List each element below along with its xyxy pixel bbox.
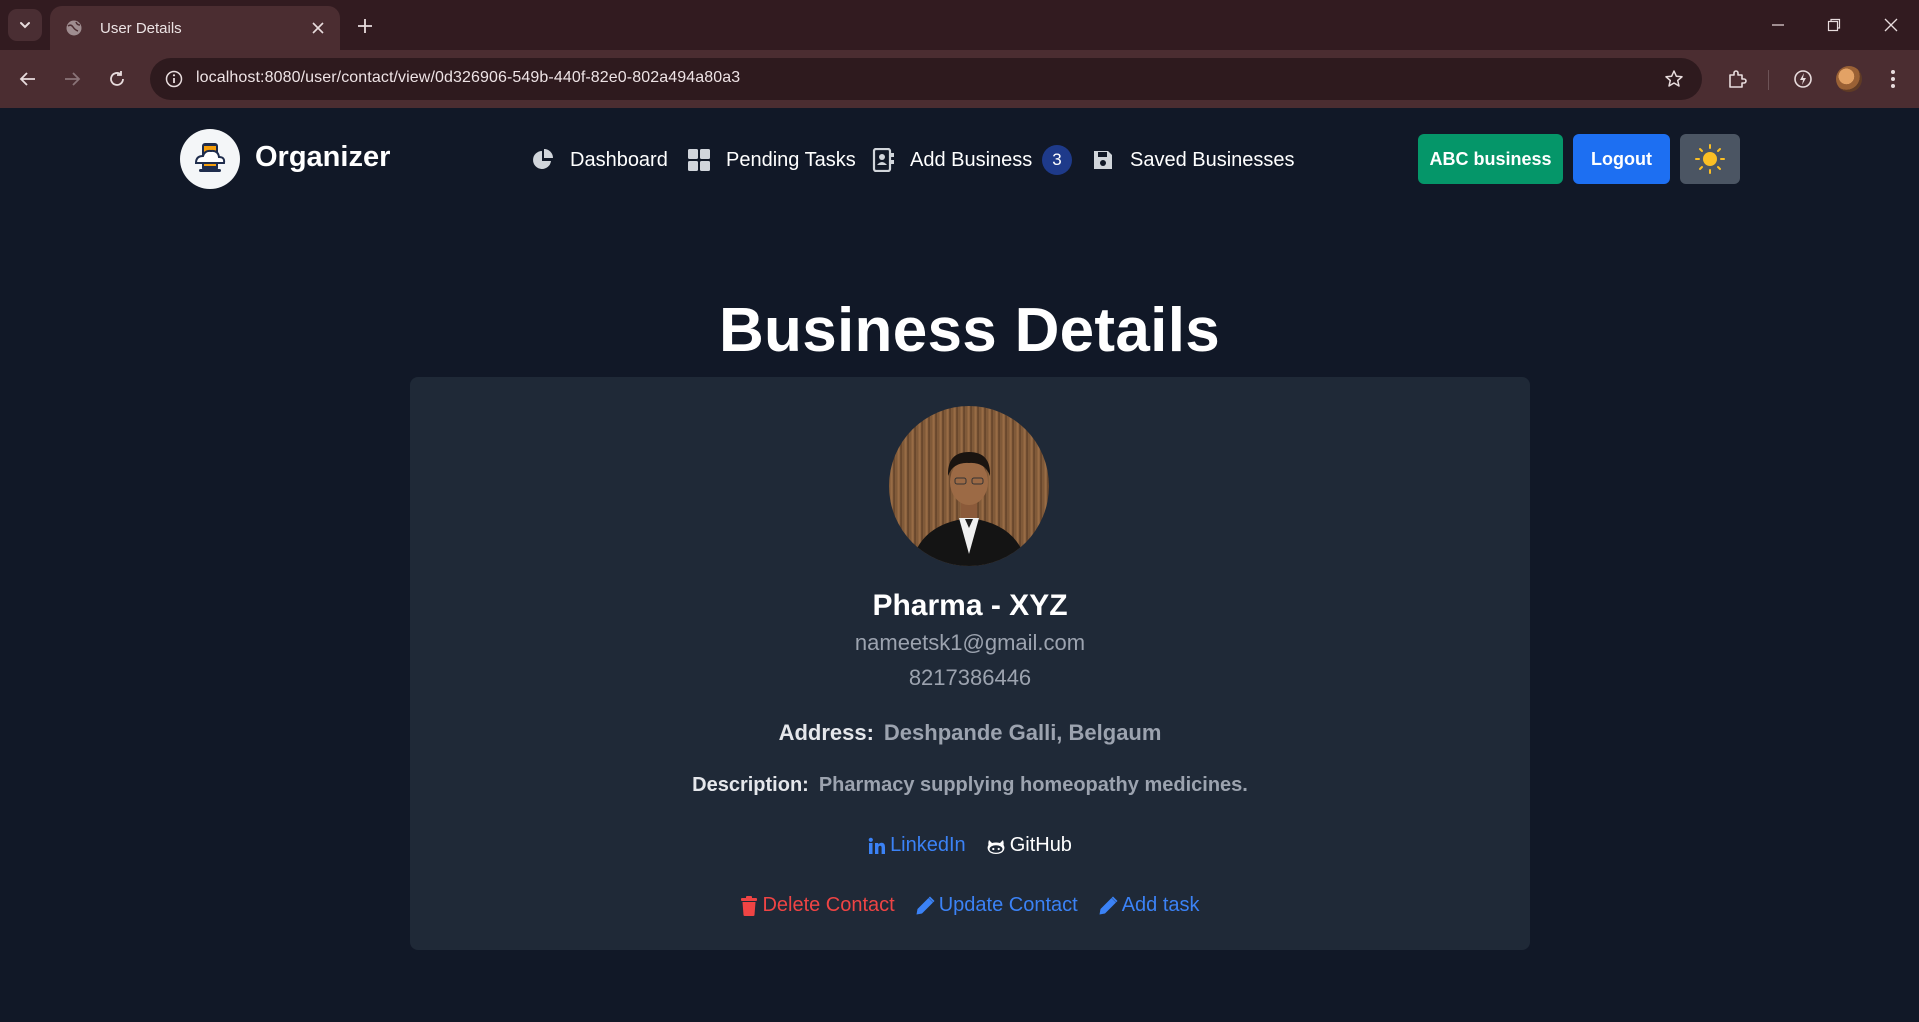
github-link[interactable]: GitHub xyxy=(986,834,1072,857)
description-row: Description: Pharmacy supplying homeopat… xyxy=(410,774,1530,797)
grid-icon xyxy=(686,147,712,173)
add-task-button[interactable]: Add task xyxy=(1098,894,1200,917)
restore-icon xyxy=(1827,18,1841,32)
notification-badge[interactable]: 3 xyxy=(1042,145,1072,175)
restore-button[interactable] xyxy=(1817,10,1851,40)
address-label: Address: xyxy=(778,720,874,745)
github-label: GitHub xyxy=(1009,834,1072,856)
organizer-logo-icon xyxy=(194,143,226,172)
nav-saved-businesses[interactable]: Saved Businesses xyxy=(1090,146,1295,174)
trash-icon xyxy=(740,895,758,916)
forward-button[interactable] xyxy=(56,63,88,95)
update-contact-button[interactable]: Update Contact xyxy=(915,894,1078,917)
chevron-down-icon xyxy=(20,22,30,29)
tab-search-button[interactable] xyxy=(8,9,42,41)
close-icon[interactable] xyxy=(308,18,328,38)
linkedin-label: LinkedIn xyxy=(890,834,966,856)
reload-icon xyxy=(110,71,124,86)
github-icon xyxy=(986,837,1006,855)
star-icon[interactable] xyxy=(1662,67,1686,91)
profile-photo xyxy=(889,406,1049,566)
arrow-right-icon xyxy=(65,72,81,86)
delete-contact-label: Delete Contact xyxy=(762,894,895,916)
contact-phone: 8217386446 xyxy=(908,665,1032,690)
url-text[interactable]: localhost:8080/user/contact/view/0d32690… xyxy=(196,69,740,87)
address-value: Deshpande Galli, Belgaum xyxy=(883,720,1162,745)
globe-icon xyxy=(64,18,84,38)
delete-contact-button[interactable]: Delete Contact xyxy=(740,894,895,917)
browser-tabstrip: User Details xyxy=(0,0,1919,50)
pie-chart-icon xyxy=(530,147,556,173)
social-links: LinkedIn GitHub xyxy=(410,834,1530,857)
page-title: Business Details xyxy=(718,296,1220,365)
nav-dashboard[interactable]: Dashboard xyxy=(530,146,668,174)
new-tab-button[interactable] xyxy=(352,13,378,39)
performance-icon[interactable] xyxy=(1788,64,1818,94)
browser-tab-active[interactable]: User Details xyxy=(50,6,340,50)
site-info-icon[interactable] xyxy=(160,65,188,93)
business-card: Pharma - XYZ nameetsk1@gmail.com 8217386… xyxy=(410,377,1530,950)
linkedin-link[interactable]: LinkedIn xyxy=(868,834,966,857)
minimize-icon xyxy=(1772,24,1784,26)
arrow-left-icon xyxy=(19,72,35,86)
address-book-icon xyxy=(870,147,896,173)
extensions-icon[interactable] xyxy=(1722,64,1752,94)
floppy-disk-icon xyxy=(1090,147,1116,173)
nav-pending-tasks-label: Pending Tasks xyxy=(726,148,856,171)
contact-email: nameetsk1@gmail.com xyxy=(854,630,1086,655)
add-task-label: Add task xyxy=(1121,894,1200,916)
browser-toolbar: localhost:8080/user/contact/view/0d32690… xyxy=(0,50,1919,108)
pencil-icon xyxy=(915,896,935,916)
theme-toggle-button[interactable] xyxy=(1680,134,1740,184)
contact-actions: Delete Contact Update Contact Add task xyxy=(410,894,1530,917)
nav-dashboard-label: Dashboard xyxy=(570,148,668,171)
brand-logo[interactable] xyxy=(180,129,240,189)
back-button[interactable] xyxy=(12,63,44,95)
minimize-button[interactable] xyxy=(1761,10,1795,40)
nav-pending-tasks[interactable]: Pending Tasks xyxy=(686,146,856,174)
description-label: Description: xyxy=(692,774,809,796)
sun-icon xyxy=(1695,144,1725,174)
close-icon xyxy=(1884,18,1898,32)
nav-add-business[interactable]: Add Business xyxy=(870,146,1032,174)
app-navbar: Organizer Dashboard Pending Tasks Add Bu… xyxy=(0,108,1919,212)
tab-title: User Details xyxy=(100,19,182,37)
pencil-icon xyxy=(1098,896,1118,916)
menu-kebab-icon[interactable] xyxy=(1878,64,1908,94)
update-contact-label: Update Contact xyxy=(938,894,1078,916)
address-row: Address: Deshpande Galli, Belgaum xyxy=(410,720,1530,746)
close-window-button[interactable] xyxy=(1874,10,1908,40)
logout-button[interactable]: Logout xyxy=(1573,134,1670,184)
description-value: Pharmacy supplying homeopathy medicines. xyxy=(818,774,1248,796)
plus-icon xyxy=(358,19,372,33)
contact-name: Pharma - XYZ xyxy=(872,589,1068,622)
reload-button[interactable] xyxy=(101,63,133,95)
toolbar-separator xyxy=(1768,70,1769,90)
nav-saved-businesses-label: Saved Businesses xyxy=(1130,148,1295,171)
nav-add-business-label: Add Business xyxy=(910,148,1033,171)
business-button[interactable]: ABC business xyxy=(1418,134,1563,184)
brand-name[interactable]: Organizer xyxy=(255,141,390,174)
linkedin-icon xyxy=(868,837,886,855)
address-bar[interactable]: localhost:8080/user/contact/view/0d32690… xyxy=(150,58,1702,100)
profile-avatar[interactable] xyxy=(1836,66,1862,92)
